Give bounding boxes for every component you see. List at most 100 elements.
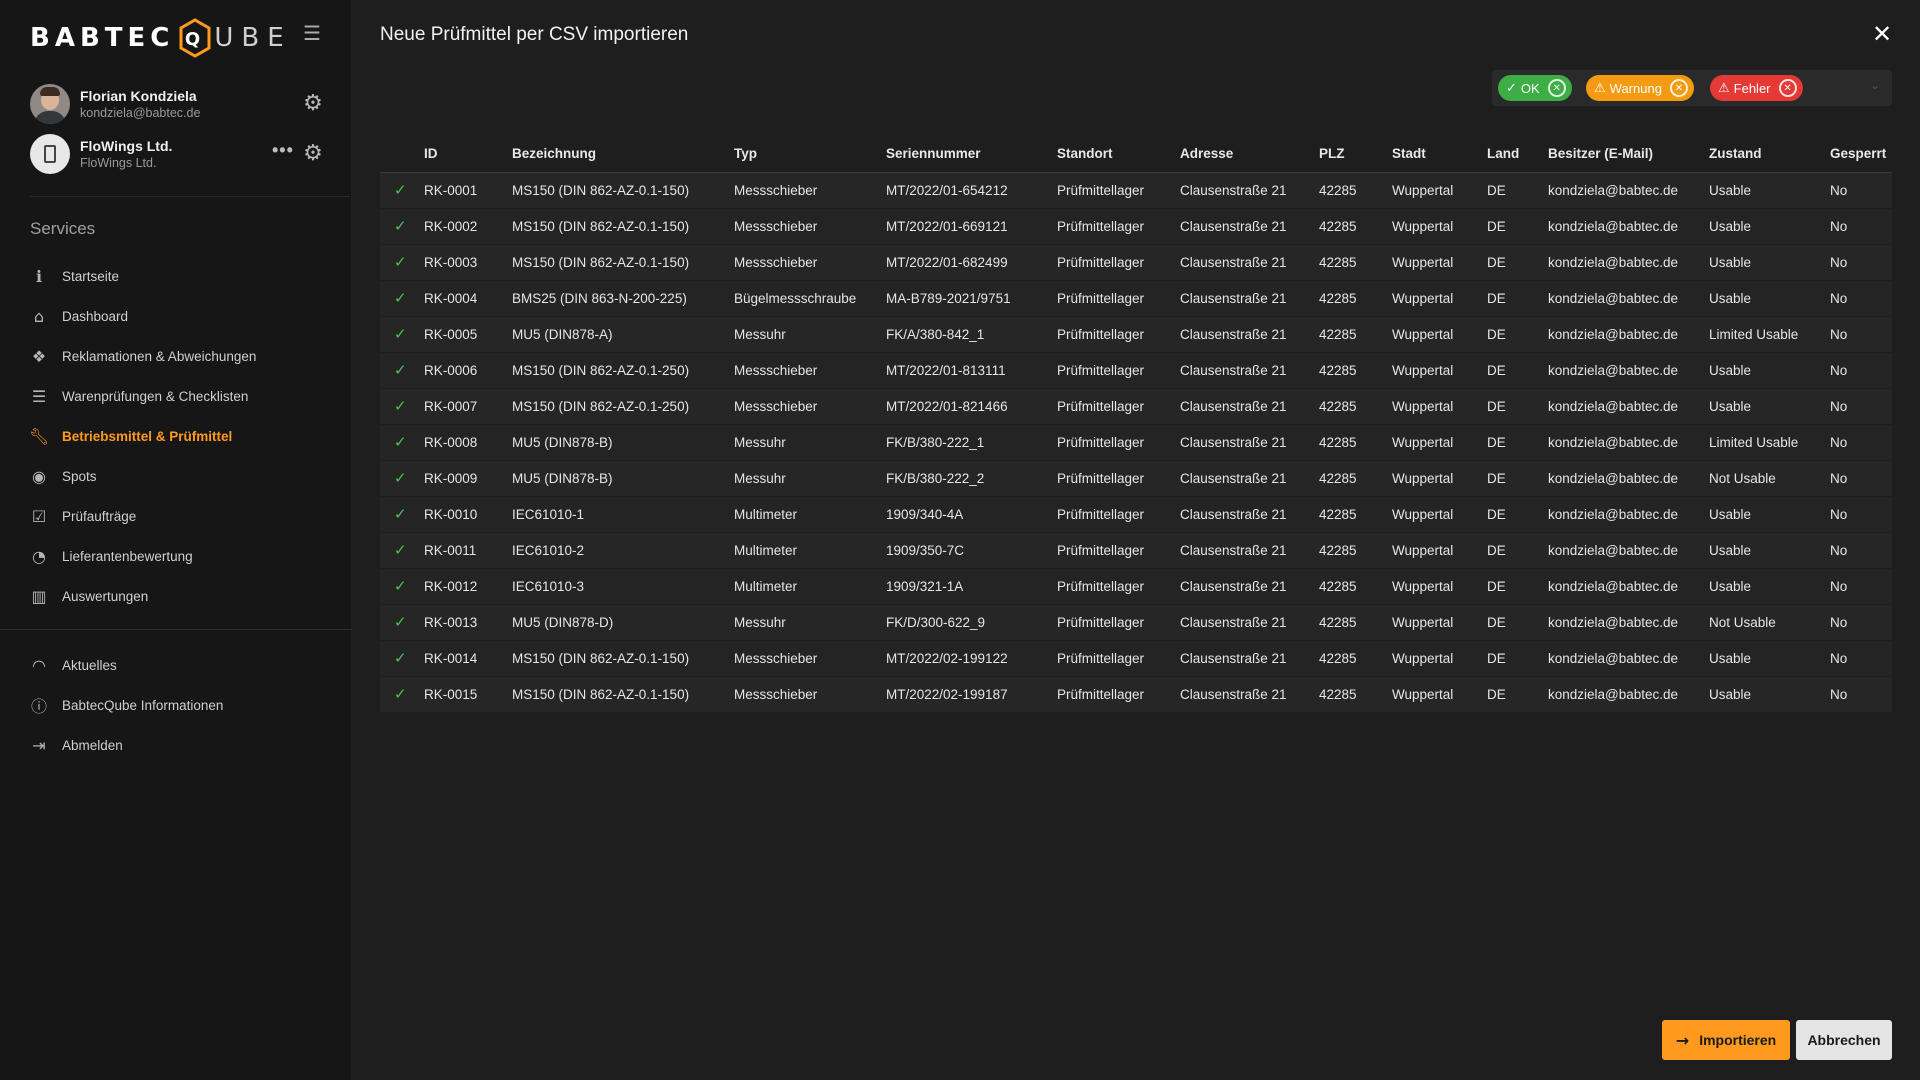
filter-chip-label: Fehler (1733, 80, 1771, 96)
table-cell: 42285 (1319, 604, 1392, 641)
home-icon: ⌂ (33, 306, 45, 326)
filter-chip-fehler[interactable]: ⚠ Fehler ✕ (1710, 75, 1803, 101)
close-icon[interactable]: ✕ (1872, 20, 1892, 48)
table-cell: 42285 (1319, 676, 1392, 713)
sidebar-item-aktuelles[interactable]: ◠ Aktuelles (28, 645, 348, 685)
cancel-button[interactable]: Abbrechen (1796, 1020, 1892, 1060)
table-cell: 42285 (1319, 424, 1392, 461)
chevron-down-icon[interactable]: ⌄ (1870, 78, 1880, 92)
table-cell: Clausenstraße 21 (1180, 496, 1319, 533)
table-row[interactable]: ✓ RK-0012 IEC61010-3 Multimeter 1909/321-1A P… (380, 568, 1892, 605)
table-row[interactable]: ✓ RK-0005 MU5 (DIN878-A) Messuhr FK/A/380-84… (380, 316, 1892, 353)
remove-chip-icon[interactable]: ✕ (1778, 79, 1797, 97)
table-cell: MS150 (DIN 862-AZ-0.1-250) (512, 352, 734, 389)
table-cell: Prüfmittellager (1057, 676, 1180, 713)
sidebar-item-label: Reklamationen & Abweichungen (62, 348, 257, 364)
sidebar-item-pruefauftraege[interactable]: ☑ Prüfaufträge (28, 496, 348, 536)
user-profile[interactable]: Florian Kondziela kondziela@babtec.de ⚙ (30, 84, 330, 126)
table-cell: MS150 (DIN 862-AZ-0.1-150) (512, 244, 734, 281)
table-cell: DE (1487, 388, 1548, 425)
table-row[interactable]: ✓ RK-0010 IEC61010-1 Multimeter 1909/340-4A P… (380, 496, 1892, 533)
table-cell: 42285 (1319, 352, 1392, 389)
remove-chip-icon[interactable]: ✕ (1669, 79, 1688, 97)
table-cell: Messschieber (734, 388, 886, 425)
sidebar-item-auswertungen[interactable]: ▥ Auswertungen (28, 576, 348, 616)
status-ok-check-icon: ✓ (380, 424, 424, 461)
table-row[interactable]: ✓ RK-0003 MS150 (DIN 862-AZ-0.1-150) Messsc… (380, 244, 1892, 281)
table-cell: No (1830, 568, 1892, 605)
table-row[interactable]: ✓ RK-0013 MU5 (DIN878-D) Messuhr FK/D/300-62… (380, 604, 1892, 641)
table-cell: Prüfmittellager (1057, 208, 1180, 245)
sidebar-item-label: Dashboard (62, 308, 129, 324)
table-cell: No (1830, 532, 1892, 569)
sidebar-item-dashboard[interactable]: ⌂ Dashboard (28, 296, 348, 336)
sidebar-item-informationen[interactable]: ⓘ BabtecQube Informationen (28, 685, 348, 725)
sidebar-item-spots[interactable]: ◉ Spots (28, 456, 348, 496)
table-cell: RK-0001 (424, 172, 512, 209)
sidebar-item-startseite[interactable]: ℹ Startseite (28, 256, 348, 296)
table-row[interactable]: ✓ RK-0008 MU5 (DIN878-B) Messuhr FK/B/380-22… (380, 424, 1892, 461)
table-cell: MT/2022/02-199187 (886, 676, 1057, 713)
table-cell: kondziela@babtec.de (1548, 568, 1709, 605)
user-settings-gear-icon[interactable]: ⚙ (302, 93, 324, 115)
table-cell: MT/2022/01-669121 (886, 208, 1057, 245)
table-cell: kondziela@babtec.de (1548, 244, 1709, 281)
sidebar-item-reklamationen[interactable]: ❖ Reklamationen & Abweichungen (28, 336, 348, 376)
table-cell: Wuppertal (1392, 460, 1487, 497)
table-cell: Wuppertal (1392, 640, 1487, 677)
col-header[interactable]: Stadt (1392, 136, 1487, 173)
status-ok-check-icon: ✓ (380, 352, 424, 389)
sidebar-item-abmelden[interactable]: ⇥ Abmelden (28, 725, 348, 765)
table-row[interactable]: ✓ RK-0011 IEC61010-2 Multimeter 1909/350-7C P… (380, 532, 1892, 569)
col-header[interactable]: Standort (1057, 136, 1180, 173)
table-row[interactable]: ✓ RK-0014 MS150 (DIN 862-AZ-0.1-150) Messsc… (380, 640, 1892, 677)
table-row[interactable]: ✓ RK-0009 MU5 (DIN878-B) Messuhr FK/B/380-22… (380, 460, 1892, 497)
table-cell: MS150 (DIN 862-AZ-0.1-250) (512, 388, 734, 425)
sidebar-item-label: Auswertungen (62, 588, 149, 604)
table-row[interactable]: ✓ RK-0001 MS150 (DIN 862-AZ-0.1-150) Messsc… (380, 172, 1892, 209)
table-cell: kondziela@babtec.de (1548, 352, 1709, 389)
col-header[interactable]: Gesperrt (1830, 136, 1892, 173)
sidebar-item-warenpruefungen[interactable]: ☰ Warenprüfungen & Checklisten (28, 376, 348, 416)
dialog-title: Neue Prüfmittel per CSV importieren (380, 24, 689, 45)
sidebar-item-betriebsmittel[interactable]: 🔧︎ Betriebsmittel & Prüfmittel (28, 416, 348, 456)
table-row[interactable]: ✓ RK-0004 BMS25 (DIN 863-N-200-225) Bügelme… (380, 280, 1892, 317)
col-header[interactable]: Bezeichnung (512, 136, 734, 173)
more-options-icon[interactable]: ••• (272, 140, 294, 161)
table-row[interactable]: ✓ RK-0007 MS150 (DIN 862-AZ-0.1-250) Messsc… (380, 388, 1892, 425)
col-header[interactable]: Adresse (1180, 136, 1319, 173)
col-header[interactable]: Land (1487, 136, 1548, 173)
filter-chip-ok[interactable]: ✓ OK ✕ (1498, 75, 1572, 101)
col-header[interactable]: PLZ (1319, 136, 1392, 173)
col-header[interactable]: ID (424, 136, 512, 173)
table-cell: Not Usable (1709, 604, 1830, 641)
table-cell: kondziela@babtec.de (1548, 532, 1709, 569)
table-cell: Prüfmittellager (1057, 172, 1180, 209)
table-row[interactable]: ✓ RK-0006 MS150 (DIN 862-AZ-0.1-250) Messsc… (380, 352, 1892, 389)
table-cell: IEC61010-2 (512, 532, 734, 569)
hamburger-menu-icon[interactable]: ☰ (302, 24, 322, 44)
table-cell: Not Usable (1709, 460, 1830, 497)
col-header[interactable]: Besitzer (E-Mail) (1548, 136, 1709, 173)
table-cell: Wuppertal (1392, 280, 1487, 317)
col-header[interactable]: Seriennummer (886, 136, 1057, 173)
col-header[interactable]: Typ (734, 136, 886, 173)
col-header[interactable]: Zustand (1709, 136, 1830, 173)
org-settings-gear-icon[interactable]: ⚙ (302, 143, 324, 165)
table-cell: Clausenstraße 21 (1180, 424, 1319, 461)
table-cell: Prüfmittellager (1057, 604, 1180, 641)
table-cell: DE (1487, 640, 1548, 677)
table-cell: Wuppertal (1392, 208, 1487, 245)
table-cell: Multimeter (734, 496, 886, 533)
table-row[interactable]: ✓ RK-0015 MS150 (DIN 862-AZ-0.1-150) Messsc… (380, 676, 1892, 713)
table-row[interactable]: ✓ RK-0002 MS150 (DIN 862-AZ-0.1-150) Messsc… (380, 208, 1892, 245)
status-filter[interactable]: ✓ OK ✕ ⚠ Warnung ✕ ⚠ Fehler ✕ ⌄ (1492, 70, 1892, 106)
app-logo[interactable]: BABTEC Q UBE (30, 18, 292, 58)
organization-selector[interactable]: FloWings Ltd. FloWings Ltd. ••• ⚙ (30, 134, 330, 176)
filter-chip-warnung[interactable]: ⚠ Warnung ✕ (1586, 75, 1694, 101)
sidebar-item-lieferantenbewertung[interactable]: ◔ Lieferantenbewertung (28, 536, 348, 576)
table-cell: DE (1487, 496, 1548, 533)
remove-chip-icon[interactable]: ✕ (1547, 79, 1566, 97)
import-button[interactable]: → Importieren (1662, 1020, 1790, 1060)
table-cell: Clausenstraße 21 (1180, 676, 1319, 713)
